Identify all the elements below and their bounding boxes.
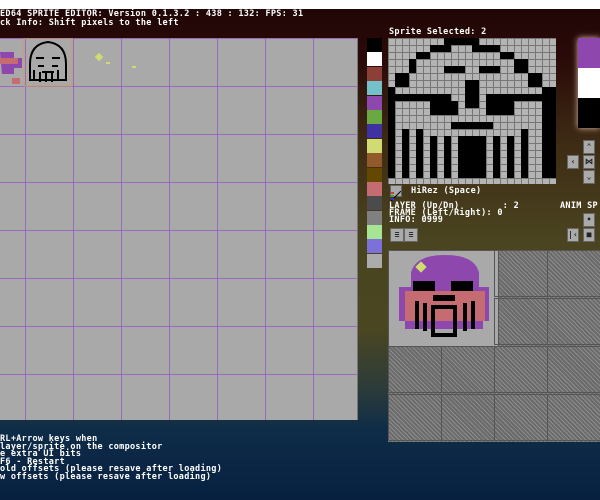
composite-sprite-image bbox=[399, 255, 489, 337]
palette-swatch[interactable] bbox=[367, 95, 382, 110]
palette-swatch[interactable] bbox=[367, 210, 382, 225]
layer-up-button[interactable]: ≡ bbox=[404, 228, 418, 242]
palette-swatch[interactable] bbox=[367, 253, 382, 268]
color-preview bbox=[578, 38, 600, 128]
palette-swatch[interactable] bbox=[367, 52, 382, 67]
palette-swatch[interactable] bbox=[367, 153, 382, 168]
anim-label: ANIM SP bbox=[560, 201, 598, 211]
hirez-mode-icon[interactable] bbox=[390, 185, 402, 202]
compositor[interactable] bbox=[388, 250, 600, 442]
help-line: w offsets (please resave after loading) bbox=[0, 471, 212, 482]
compositor-cell[interactable] bbox=[547, 346, 600, 393]
preview-color-0[interactable] bbox=[578, 38, 600, 68]
color-palette bbox=[367, 38, 382, 268]
palette-swatch[interactable] bbox=[367, 124, 382, 139]
compositor-cell[interactable] bbox=[441, 346, 495, 393]
anim-stop-button[interactable]: ■ bbox=[583, 228, 595, 242]
compositor-cell[interactable] bbox=[494, 346, 548, 393]
palette-swatch[interactable] bbox=[367, 239, 382, 254]
layer-down-button[interactable]: ≡ bbox=[390, 228, 404, 242]
anim-first-button[interactable]: |‹ bbox=[567, 228, 579, 242]
compositor-cell[interactable] bbox=[494, 250, 548, 297]
compositor-cell[interactable] bbox=[494, 394, 548, 441]
palette-swatch[interactable] bbox=[367, 109, 382, 124]
sprite-canvas[interactable] bbox=[0, 38, 358, 420]
palette-swatch[interactable] bbox=[367, 138, 382, 153]
palette-swatch[interactable] bbox=[367, 225, 382, 240]
palette-swatch[interactable] bbox=[367, 66, 382, 81]
shift-left-button[interactable]: ‹ bbox=[567, 155, 579, 169]
info-line: ck Info: Shift pixels to the left bbox=[0, 18, 179, 28]
palette-swatch[interactable] bbox=[367, 38, 382, 52]
selected-sprite-frame bbox=[23, 38, 73, 87]
sprite-2-thumb bbox=[29, 40, 67, 82]
sprite-selected-label: Sprite Selected: 2 bbox=[389, 27, 487, 37]
compositor-cell[interactable] bbox=[388, 346, 442, 393]
preview-color-1[interactable] bbox=[578, 68, 600, 98]
compositor-cell[interactable] bbox=[441, 394, 495, 441]
anim-record-button[interactable]: • bbox=[583, 213, 595, 227]
palette-swatch[interactable] bbox=[367, 196, 382, 211]
sprite-pixel-editor[interactable] bbox=[388, 38, 556, 184]
compositor-cell[interactable] bbox=[547, 394, 600, 441]
compositor-cell[interactable] bbox=[547, 298, 600, 345]
sprite-3-thumb bbox=[94, 52, 136, 68]
sprite-1-thumb bbox=[0, 52, 22, 84]
mode-label: HiRez (Space) bbox=[411, 186, 482, 196]
compositor-cell[interactable] bbox=[547, 250, 600, 297]
compositor-cell[interactable] bbox=[388, 394, 442, 441]
mirror-button[interactable]: ⋈ bbox=[583, 155, 595, 169]
palette-swatch[interactable] bbox=[367, 181, 382, 196]
compositor-sprite[interactable] bbox=[388, 250, 499, 347]
shift-up-button[interactable]: ⌃ bbox=[583, 140, 595, 154]
palette-swatch[interactable] bbox=[367, 81, 382, 96]
shift-down-button[interactable]: ⌄ bbox=[583, 170, 595, 184]
palette-swatch[interactable] bbox=[367, 167, 382, 182]
preview-color-2[interactable] bbox=[578, 98, 600, 128]
sprite-pixels bbox=[388, 38, 556, 178]
info-value: INFO: 0999 bbox=[389, 215, 444, 225]
compositor-cell[interactable] bbox=[494, 298, 548, 345]
sprite-thumbnails bbox=[0, 38, 136, 87]
